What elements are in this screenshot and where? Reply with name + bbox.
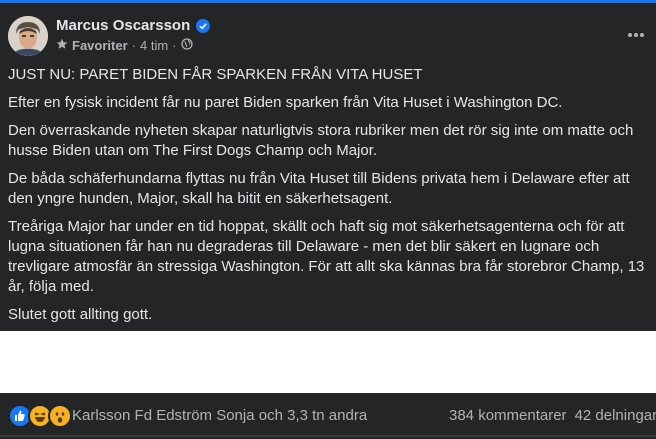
more-options-button[interactable]	[624, 23, 648, 47]
audience-label[interactable]: Favoriter	[72, 38, 128, 53]
star-icon	[56, 38, 68, 53]
reaction-icons[interactable]	[8, 404, 72, 428]
meta-separator: ·	[172, 38, 177, 53]
post-paragraph: Slutet gott allting gott.	[8, 306, 153, 323]
post-time[interactable]: 4 tim	[140, 38, 168, 53]
engagement-counts: 384 kommentarer 42 delningar	[449, 407, 656, 424]
post-body: JUST NU: PARET BIDEN FÅR SPARKEN FRÅN VI…	[8, 65, 648, 333]
more-icon	[628, 33, 644, 37]
meta-separator: ·	[131, 38, 136, 53]
verified-badge-icon	[196, 18, 211, 33]
avatar[interactable]	[8, 16, 48, 56]
post-meta: Favoriter · 4 tim ·	[56, 38, 193, 53]
post-paragraph: Treåriga Major har under en tid hoppat, …	[8, 218, 645, 295]
media-area	[0, 331, 656, 393]
post-paragraph: JUST NU: PARET BIDEN FÅR SPARKEN FRÅN VI…	[8, 66, 423, 83]
globe-icon[interactable]	[180, 38, 193, 53]
wow-icon	[48, 404, 72, 428]
post-card: Marcus Oscarsson Favoriter · 4 tim · JUS…	[0, 3, 656, 331]
comments-count[interactable]: 384 kommentarer	[449, 407, 567, 424]
avatar-photo	[8, 16, 48, 56]
post-paragraph: Den överraskande nyheten skapar naturlig…	[8, 122, 634, 159]
post-paragraph: De båda schäferhundarna flyttas nu från …	[8, 170, 630, 207]
reactors-text[interactable]: Karlsson Fd Edström Sonja och 3,3 tn and…	[72, 407, 367, 424]
author-name[interactable]: Marcus Oscarsson	[56, 17, 190, 34]
bottom-divider	[0, 435, 656, 437]
shares-count[interactable]: 42 delningar	[575, 407, 656, 424]
post-paragraph: Efter en fysisk incident får nu paret Bi…	[8, 94, 563, 111]
reactions-bar: Karlsson Fd Edström Sonja och 3,3 tn and…	[0, 393, 656, 439]
